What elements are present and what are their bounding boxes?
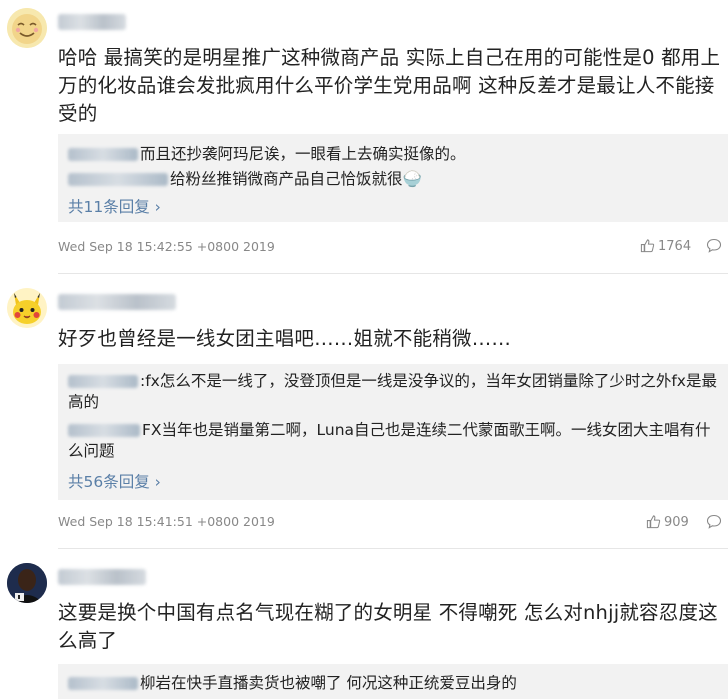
username-blurred[interactable] xyxy=(58,14,126,30)
chevron-right-icon: › xyxy=(149,473,161,491)
like-count: 909 xyxy=(664,515,689,530)
reply-username-blurred[interactable] xyxy=(68,424,140,437)
reply-line: FX当年也是销量第二啊，Luna自己也是连续二代蒙面歌王啊。一线女团大主唱有什么… xyxy=(68,420,718,462)
timestamp: Wed Sep 18 15:42:55 +0800 2019 xyxy=(58,239,275,254)
username-blurred[interactable] xyxy=(58,569,146,585)
username-blurred[interactable] xyxy=(58,294,176,310)
comment-text: 这要是换个中国有点名气现在糊了的女明星 不得嘲死 怎么对nhjj就容忍度这么高了 xyxy=(58,601,718,652)
reply-username-blurred[interactable] xyxy=(68,375,138,388)
timestamp: Wed Sep 18 15:41:51 +0800 2019 xyxy=(58,514,275,529)
reply-line: 给粉丝推销微商产品自己恰饭就很🍚 xyxy=(68,169,422,190)
reply-box: 而且还抄袭阿玛尼诶，一眼看上去确实挺像的。 给粉丝推销微商产品自己恰饭就很🍚 共… xyxy=(58,134,728,222)
reply-line: 柳岩在快手直播卖货也被嘲了 何况这种正统爱豆出身的 xyxy=(68,673,517,694)
like-count: 1764 xyxy=(658,239,692,254)
reply-username-blurred[interactable] xyxy=(68,173,168,186)
more-replies-link[interactable]: 共56条回复 › xyxy=(68,470,161,492)
reply-line: 而且还抄袭阿玛尼诶，一眼看上去确实挺像的。 xyxy=(68,144,466,165)
reply-box: :fx怎么不是一线了，没登顶但是一线是没争议的，当年女团销量除了少时之外fx是最… xyxy=(58,364,728,500)
reply-text: 给粉丝推销微商产品自己恰饭就很🍚 xyxy=(170,170,422,188)
avatar[interactable] xyxy=(7,8,47,48)
comment-text: 好歹也曾经是一线女团主唱吧……姐就不能稍微…… xyxy=(58,327,512,350)
chevron-right-icon: › xyxy=(149,198,161,216)
reply-username-blurred[interactable] xyxy=(68,148,138,161)
reply-text: :fx怎么不是一线了，没登顶但是一线是没争议的，当年女团销量除了少时之外fx是最… xyxy=(68,372,717,411)
comment-text: 哈哈 最搞笑的是明星推广这种微商产品 实际上自己在用的可能性是0 都用上万的化妆… xyxy=(58,46,721,125)
reply-username-blurred[interactable] xyxy=(68,677,138,690)
pikachu-avatar-icon xyxy=(7,288,47,328)
reply-box: 柳岩在快手直播卖货也被嘲了 何况这种正统爱豆出身的 xyxy=(58,664,728,699)
thumbs-up-icon xyxy=(640,239,655,253)
divider xyxy=(58,273,728,274)
reply-text: FX当年也是销量第二啊，Luna自己也是连续二代蒙面歌王啊。一线女团大主唱有什么… xyxy=(68,421,711,460)
comment-bubble-icon xyxy=(706,238,722,253)
more-replies-link[interactable]: 共11条回复 › xyxy=(68,195,161,217)
avatar[interactable] xyxy=(7,288,47,328)
reply-text: 柳岩在快手直播卖货也被嘲了 何况这种正统爱豆出身的 xyxy=(140,674,517,692)
avatar[interactable] xyxy=(7,563,47,603)
reply-button[interactable] xyxy=(706,514,722,533)
reply-button[interactable] xyxy=(706,238,722,257)
reply-line: :fx怎么不是一线了，没登顶但是一线是没争议的，当年女团销量除了少时之外fx是最… xyxy=(68,371,718,413)
like-button[interactable]: 909 xyxy=(646,514,689,530)
smiley-avatar-icon xyxy=(7,8,47,48)
comment-bubble-icon xyxy=(706,514,722,529)
person-avatar-icon xyxy=(7,563,47,603)
divider xyxy=(58,548,728,549)
like-button[interactable]: 1764 xyxy=(640,238,691,254)
thumbs-up-icon xyxy=(646,515,661,529)
reply-text: 而且还抄袭阿玛尼诶，一眼看上去确实挺像的。 xyxy=(140,145,466,163)
